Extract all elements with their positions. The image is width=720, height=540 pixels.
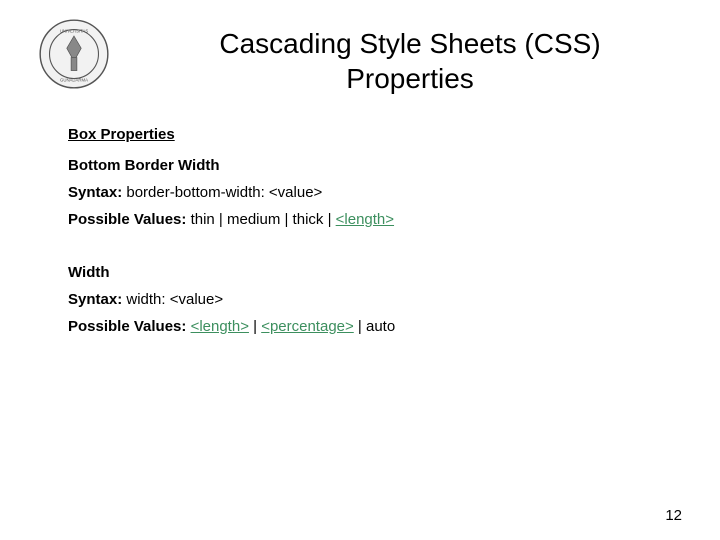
syntax-label: Syntax: xyxy=(68,184,122,201)
values-text: thin | medium | thick | xyxy=(191,211,336,228)
property-2-syntax: Syntax: width: <value> xyxy=(68,291,660,308)
slide-title: Cascading Style Sheets (CSS) Properties xyxy=(140,26,680,96)
values-label: Possible Values: xyxy=(68,211,186,228)
slide-body: Box Properties Bottom Border Width Synta… xyxy=(68,126,660,345)
title-line-2: Properties xyxy=(346,63,474,94)
title-line-1: Cascading Style Sheets (CSS) xyxy=(219,28,600,59)
section-heading: Box Properties xyxy=(68,126,660,143)
property-2-name: Width xyxy=(68,264,660,281)
values-sep: | xyxy=(249,318,261,335)
svg-text:UNIVERSITAS: UNIVERSITAS xyxy=(60,28,89,33)
length-link[interactable]: <length> xyxy=(191,318,249,335)
syntax-label: Syntax: xyxy=(68,291,122,308)
page-number: 12 xyxy=(665,507,682,524)
property-2-values: Possible Values: <length> | <percentage>… xyxy=(68,318,660,335)
property-1-syntax: Syntax: border-bottom-width: <value> xyxy=(68,184,660,201)
percentage-link[interactable]: <percentage> xyxy=(261,318,354,335)
svg-text:GUNADARMA: GUNADARMA xyxy=(60,77,88,82)
length-link[interactable]: <length> xyxy=(336,211,394,228)
syntax-value: width: <value> xyxy=(126,291,223,308)
values-label: Possible Values: xyxy=(68,318,186,335)
property-1-name: Bottom Border Width xyxy=(68,157,660,174)
university-seal-logo: UNIVERSITAS GUNADARMA xyxy=(38,18,110,90)
syntax-value: border-bottom-width: <value> xyxy=(126,184,322,201)
values-suffix: | auto xyxy=(354,318,395,335)
property-1-values: Possible Values: thin | medium | thick |… xyxy=(68,211,660,228)
